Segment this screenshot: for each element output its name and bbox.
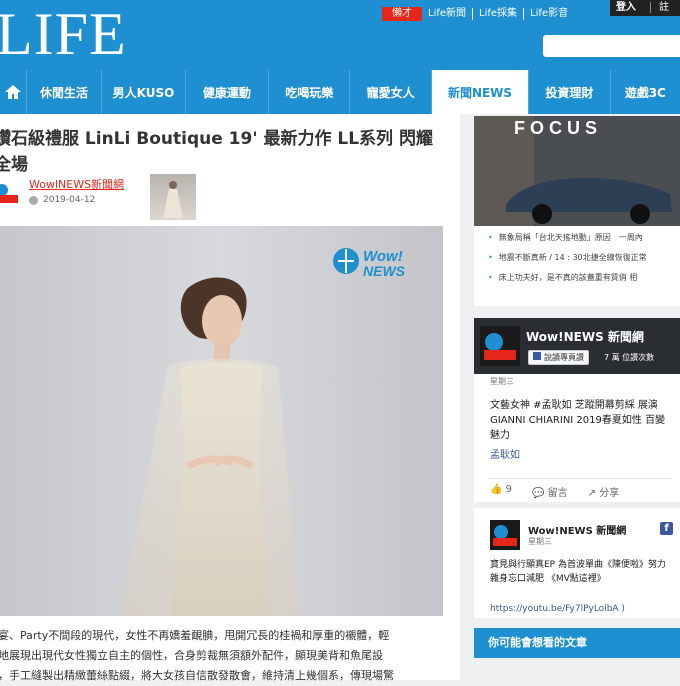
- fb-like-label: 說讀專頁讚: [544, 353, 584, 362]
- hot-link[interactable]: 懶才: [382, 7, 422, 21]
- site-header: LIFE 懶才 Life新聞 Life採集 Life影音 登入 註: [0, 0, 680, 70]
- home-icon[interactable]: [0, 70, 27, 114]
- facebook-post-card: Wow!NEWS 新聞網 星期三 f 寶見與行顯真EP 為首波單曲《陳便啦》努力…: [474, 508, 680, 618]
- article-date-row: 2019-04-12: [29, 195, 95, 205]
- source-logo[interactable]: [0, 181, 20, 207]
- top-link-news[interactable]: Life新聞: [422, 8, 472, 20]
- wow-news-watermark: Wow! NEWS: [332, 243, 424, 283]
- article-paragraph-line: 宴、Party不間段的現代，女性不再嬌羞靦腆，甩開冗長的桂禍和厚重的襯體，輕: [0, 629, 390, 642]
- article-title: 鑽石級禮服 LinLi Boutique 19' 最新力作 LL系列 閃耀全場: [0, 129, 433, 175]
- facebook-icon[interactable]: f: [660, 522, 673, 535]
- nav-item-games[interactable]: 遊戲3C: [611, 70, 680, 114]
- focus-ad-banner[interactable]: FOCUS: [474, 116, 680, 226]
- article-paragraph-line: ，手工縫製出精緻蕾絲點綴，將大女孩自信散發散會，維持清上幾個系，傳現場驚: [0, 669, 394, 682]
- fb-post-text: 文藝女神 #孟耿如 芝蹤開幕剪綵 展演 GIANNI CHIARINI 2019…: [490, 400, 666, 441]
- news-list-item[interactable]: 床上功夫好，是不真的該蓋重有質俏 相: [488, 272, 638, 283]
- login-link[interactable]: 登入: [616, 2, 636, 13]
- fb-post2-text: 寶見與行顯真EP 為首波單曲《陳便啦》努力雜身忘口減肥 《MV點這裡》: [490, 560, 666, 584]
- facebook-icon: [533, 352, 541, 360]
- fb-post-day: 星期三: [490, 377, 514, 386]
- svg-text:NEWS: NEWS: [363, 263, 406, 279]
- article-paragraph-line: 地展現出現代女性獨立自主的個性，合身剪裁無須額外配件，顯現美背和魚尾設: [0, 649, 383, 662]
- facebook-page-card: Wow!NEWS 新聞網 說讀專頁讚 7 萬 位讚次數 星期三 文藝女神 #孟耿…: [474, 318, 680, 502]
- top-link-video[interactable]: Life影音: [523, 8, 574, 20]
- article-thumbnail[interactable]: [150, 174, 196, 220]
- register-link[interactable]: 註: [650, 2, 669, 13]
- news-list-item[interactable]: 地震不斷真新 / 14 : 30北捷全線恢復正常: [488, 252, 647, 263]
- top-links: 懶才 Life新聞 Life採集 Life影音: [382, 6, 574, 22]
- nav-item-leisure[interactable]: 休閒生活: [27, 70, 103, 114]
- search-input[interactable]: [543, 35, 680, 57]
- fb-post-tag[interactable]: 孟耿如: [490, 446, 520, 461]
- nav-item-men[interactable]: 男人KUSO: [102, 70, 186, 114]
- nav-item-finance[interactable]: 投資理財: [529, 70, 611, 114]
- nav-item-women[interactable]: 寵愛女人: [350, 70, 432, 114]
- article-hero-image: [0, 226, 443, 616]
- site-logo[interactable]: LIFE: [0, 2, 127, 66]
- nav-item-news[interactable]: 新聞NEWS: [431, 70, 530, 114]
- news-list-item[interactable]: 無象局稱「台北天搖地動」原因 一周內: [488, 232, 643, 243]
- fb-like-button[interactable]: 說讀專頁讚: [528, 350, 589, 365]
- fb-like-action[interactable]: 👍 9: [490, 484, 512, 499]
- fb-post-avatar[interactable]: [490, 520, 520, 550]
- clock-icon: [29, 195, 38, 205]
- fb-page-avatar[interactable]: [480, 326, 520, 366]
- fb-actions: 👍 9 💬 留言 ↗ 分享: [490, 478, 670, 499]
- fb-share-action[interactable]: ↗ 分享: [588, 484, 620, 499]
- nav-item-health[interactable]: 健康運動: [186, 70, 270, 114]
- top-link-collect[interactable]: Life採集: [472, 8, 523, 20]
- fb-page-name[interactable]: Wow!NEWS 新聞網: [526, 328, 644, 345]
- suggested-articles-heading: 你可能會想看的文章: [474, 628, 680, 658]
- article-author[interactable]: WowlNEWS新聞網: [29, 176, 124, 192]
- news-list: 無象局稱「台北天搖地動」原因 一周內 地震不斷真新 / 14 : 30北捷全線恢…: [474, 226, 680, 306]
- fb-post2-link[interactable]: https://youtu.be/Fy7lPyLoibA ): [490, 604, 625, 614]
- fb-like-count: 7 萬 位讚次數: [604, 353, 655, 362]
- fb-post-page-name[interactable]: Wow!NEWS 新聞網: [528, 522, 626, 537]
- nav-item-food[interactable]: 吃喝玩樂: [269, 70, 351, 114]
- fb-comment-action[interactable]: 💬 留言: [532, 484, 568, 499]
- article-body: 宴、Party不間段的現代，女性不再嬌羞靦腆，甩開冗長的桂禍和厚重的襯體，輕 地…: [0, 626, 448, 686]
- article-date: 2019-04-12: [43, 195, 96, 205]
- main-nav: 休閒生活 男人KUSO 健康運動 吃喝玩樂 寵愛女人 新聞NEWS 投資理財 遊…: [0, 70, 680, 114]
- login-bar: 登入 註: [610, 0, 680, 16]
- ad-brand: FOCUS: [514, 118, 602, 138]
- fb-post2-day: 星期三: [528, 537, 552, 546]
